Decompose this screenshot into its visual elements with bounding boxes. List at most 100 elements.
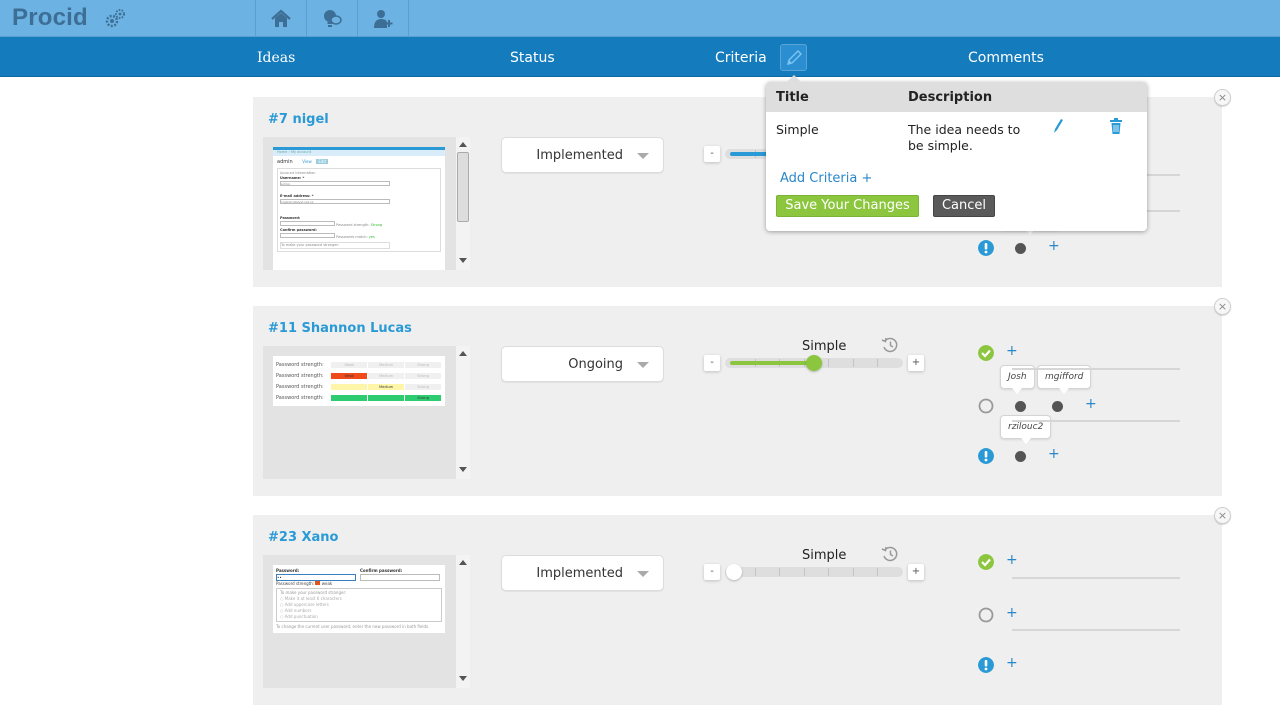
criteria-table-header: Title Description bbox=[766, 82, 1147, 112]
add-vote-button[interactable]: + bbox=[1006, 552, 1018, 568]
ideas-button[interactable] bbox=[306, 0, 357, 37]
exclamation-circle-icon[interactable] bbox=[978, 240, 994, 256]
voter-avatar[interactable] bbox=[1015, 243, 1026, 254]
idea-title[interactable]: #23 Xano bbox=[268, 530, 339, 545]
edit-criteria-button[interactable] bbox=[780, 44, 807, 71]
voter-avatar[interactable] bbox=[1052, 401, 1063, 412]
thumb-tab-edit: Edit bbox=[316, 159, 329, 164]
add-vote-button[interactable]: + bbox=[1048, 446, 1060, 462]
scroll-down-arrow-icon[interactable] bbox=[459, 676, 467, 681]
close-idea-button[interactable]: × bbox=[1214, 89, 1231, 106]
scrollbar-thumb[interactable] bbox=[457, 152, 469, 222]
criteria-description-line2: be simple. bbox=[908, 138, 973, 153]
status-value: Implemented bbox=[536, 148, 623, 163]
check-circle-icon[interactable] bbox=[978, 554, 994, 570]
thumbnail-scrollbar[interactable] bbox=[456, 137, 470, 270]
header-title: Title bbox=[776, 90, 809, 105]
thumbnail-scrollbar[interactable] bbox=[456, 555, 470, 688]
close-idea-button[interactable]: × bbox=[1214, 507, 1231, 524]
column-status[interactable]: Status bbox=[510, 50, 555, 66]
scroll-up-arrow-icon[interactable] bbox=[459, 142, 467, 147]
slider-decrease-button[interactable]: - bbox=[704, 564, 720, 580]
add-vote-button[interactable]: + bbox=[1006, 655, 1018, 671]
thumb-tab-view: View bbox=[302, 159, 312, 164]
history-icon[interactable] bbox=[881, 336, 899, 354]
circle-outline-icon[interactable] bbox=[978, 398, 994, 414]
thumb-user: admin bbox=[277, 159, 293, 165]
slider-tick bbox=[828, 359, 829, 367]
home-button[interactable] bbox=[255, 0, 306, 37]
cancel-button[interactable]: Cancel bbox=[933, 195, 995, 217]
close-idea-button[interactable]: × bbox=[1214, 298, 1231, 315]
delete-criterion-trash-icon[interactable] bbox=[1109, 118, 1123, 134]
slider-tick bbox=[852, 359, 854, 367]
add-user-icon bbox=[374, 9, 393, 28]
edit-criterion-pencil-icon[interactable] bbox=[1052, 118, 1064, 134]
thumb-match-value: yes bbox=[368, 235, 375, 239]
thumb-tip: Make it at least 6 characters bbox=[284, 596, 342, 601]
thumbnail-scrollbar[interactable] bbox=[456, 346, 470, 479]
scroll-up-arrow-icon[interactable] bbox=[459, 351, 467, 356]
column-criteria[interactable]: Criteria bbox=[715, 50, 767, 66]
voter-avatar[interactable] bbox=[1015, 451, 1026, 462]
add-vote-button[interactable]: + bbox=[1085, 396, 1097, 412]
status-value: Ongoing bbox=[568, 357, 623, 372]
circle-outline-icon[interactable] bbox=[978, 607, 994, 623]
thumb-strength-value: Strong bbox=[370, 223, 383, 227]
thumb-strength-label: Password strength: bbox=[276, 581, 315, 586]
history-icon[interactable] bbox=[881, 545, 899, 563]
thumb-strength-label: Password strength: bbox=[336, 223, 370, 227]
chevron-down-icon bbox=[637, 153, 649, 159]
idea-title[interactable]: #7 nigel bbox=[268, 112, 329, 127]
lightbulb-chat-icon bbox=[324, 9, 342, 27]
slider-decrease-button[interactable]: - bbox=[704, 355, 720, 371]
check-circle-icon[interactable] bbox=[978, 345, 994, 361]
idea-thumbnail-frame: Home › My account admin View Edit Accoun… bbox=[263, 137, 470, 270]
criterion-slider[interactable] bbox=[725, 564, 903, 580]
slider-tick bbox=[852, 568, 854, 576]
add-criteria-link[interactable]: Add Criteria + bbox=[780, 171, 872, 186]
pencil-icon bbox=[786, 49, 802, 65]
thumb-strength-segment: Strong bbox=[405, 383, 442, 390]
top-bar: Procid bbox=[0, 0, 1280, 37]
status-dropdown[interactable]: Implemented bbox=[501, 137, 664, 173]
add-vote-button[interactable]: + bbox=[1048, 238, 1060, 254]
add-user-button[interactable] bbox=[357, 0, 409, 37]
slider-tick bbox=[877, 568, 878, 576]
vote-divider bbox=[1012, 629, 1180, 631]
scroll-up-arrow-icon[interactable] bbox=[459, 560, 467, 565]
scroll-down-arrow-icon[interactable] bbox=[459, 258, 467, 263]
slider-thumb[interactable] bbox=[726, 564, 742, 580]
voter-avatar[interactable] bbox=[1015, 401, 1026, 412]
thumb-strength-label: Password strength: bbox=[276, 372, 324, 379]
add-vote-button[interactable]: + bbox=[1006, 605, 1018, 621]
add-vote-button[interactable]: + bbox=[1006, 343, 1018, 359]
status-dropdown[interactable]: Implemented bbox=[501, 555, 664, 591]
idea-thumbnail-frame: Password: Confirm password: •• Password s… bbox=[263, 555, 470, 688]
slider-increase-button[interactable]: + bbox=[908, 564, 924, 580]
scroll-down-arrow-icon[interactable] bbox=[459, 467, 467, 472]
slider-tick bbox=[754, 568, 756, 576]
column-comments[interactable]: Comments bbox=[968, 50, 1044, 66]
vote-divider bbox=[1012, 420, 1180, 422]
column-ideas[interactable]: Ideas bbox=[257, 50, 295, 66]
thumb-strength-segment: Medium bbox=[368, 383, 405, 390]
thumb-strength-segment: Medium bbox=[368, 361, 405, 368]
save-changes-button[interactable]: Save Your Changes bbox=[776, 195, 919, 217]
slider-thumb[interactable] bbox=[806, 355, 822, 371]
thumb-strength-label: Password strength: bbox=[276, 383, 324, 390]
slider-increase-button[interactable]: + bbox=[908, 355, 924, 371]
column-header-bar: Ideas Status Criteria Comments bbox=[0, 37, 1280, 77]
slider-decrease-button[interactable]: - bbox=[704, 146, 720, 162]
exclamation-circle-icon[interactable] bbox=[978, 448, 994, 464]
idea-title[interactable]: #11 Shannon Lucas bbox=[268, 321, 412, 336]
criterion-slider[interactable] bbox=[725, 355, 903, 371]
status-dropdown[interactable]: Ongoing bbox=[501, 346, 664, 382]
app-logo[interactable]: Procid bbox=[12, 4, 88, 32]
thumb-strength-segment bbox=[331, 394, 368, 401]
exclamation-circle-icon[interactable] bbox=[978, 657, 994, 673]
thumb-strength-segment bbox=[368, 394, 405, 401]
header-description: Description bbox=[908, 90, 993, 105]
vote-divider bbox=[1012, 368, 1180, 370]
criterion-label: Simple bbox=[802, 339, 847, 354]
